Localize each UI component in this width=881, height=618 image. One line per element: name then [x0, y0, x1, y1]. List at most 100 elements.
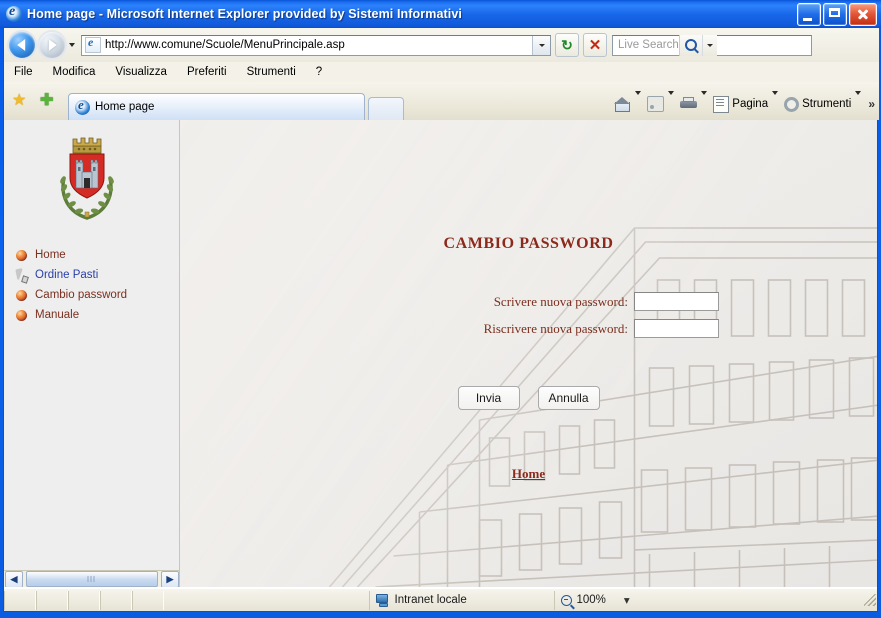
internet-explorer-icon [6, 4, 22, 22]
recent-pages-dropdown[interactable] [65, 32, 78, 58]
browser-window: Home page - Microsoft Internet Explorer … [0, 0, 881, 618]
maximize-button[interactable] [823, 3, 847, 26]
page-icon [713, 95, 730, 113]
window-title: Home page - Microsoft Internet Explorer … [27, 7, 462, 21]
new-password-field[interactable] [634, 292, 719, 311]
sidebar-item-ordine-pasti[interactable]: Ordine Pasti [16, 265, 176, 285]
home-button[interactable] [614, 91, 644, 113]
sidebar-frame: Home Ordine Pasti Cambio password Manual… [4, 120, 180, 587]
search-go-button[interactable] [678, 34, 702, 56]
feeds-button[interactable] [647, 91, 677, 113]
sidebar-item-label: Home [35, 249, 66, 261]
tab-home-page[interactable]: Home page [68, 93, 365, 120]
status-bar: Intranet locale 100% ▾ [3, 589, 878, 612]
zoom-icon [560, 594, 572, 606]
zoom-dropdown-caret-icon[interactable]: ▾ [624, 593, 630, 607]
rss-feed-icon [647, 96, 665, 112]
tab-favicon-icon [75, 97, 90, 115]
status-pane-5 [132, 590, 164, 610]
title-bar: Home page - Microsoft Internet Explorer … [0, 0, 881, 28]
cancel-button[interactable]: Annulla [537, 386, 600, 410]
bullet-sphere-icon [16, 309, 27, 321]
security-zone-label: Intranet locale [394, 594, 467, 606]
change-password-form: Scrivere nuova password: Riscrivere nuov… [180, 292, 877, 346]
address-bar-row: http://www.comune/Scuole/MenuPrincipale.… [4, 28, 879, 62]
printer-icon [680, 97, 698, 111]
security-zone-pane[interactable]: Intranet locale [368, 590, 554, 610]
tools-menu-button[interactable]: Strumenti [784, 91, 864, 113]
zoom-level-label: 100% [576, 594, 606, 606]
search-provider-dropdown[interactable] [701, 34, 717, 56]
confirm-password-field[interactable] [634, 319, 719, 338]
stop-icon: ✕ [588, 36, 602, 54]
sidebar-item-home[interactable]: Home [16, 245, 176, 265]
scroll-right-arrow-icon[interactable]: ▶ [161, 570, 179, 587]
tab-bar: ★ ✚ Home page [4, 82, 879, 120]
address-bar[interactable]: http://www.comune/Scuole/MenuPrincipale.… [81, 34, 551, 56]
address-input[interactable]: http://www.comune/Scuole/MenuPrincipale.… [105, 39, 345, 51]
home-link[interactable]: Home [512, 466, 545, 481]
network-zone-icon [375, 593, 390, 607]
sidebar-item-cambio-password[interactable]: Cambio password [16, 285, 176, 305]
submit-button[interactable]: Invia [457, 386, 520, 410]
search-icon [684, 39, 697, 51]
page-title: CAMBIO PASSWORD [443, 235, 614, 252]
refresh-button[interactable]: ↻ [555, 33, 579, 57]
page-viewport: Home Ordine Pasti Cambio password Manual… [3, 120, 878, 589]
home-link-container: Home [180, 465, 877, 483]
sidebar-item-manuale[interactable]: Manuale [16, 305, 176, 325]
sidebar-horizontal-scrollbar[interactable]: ◀ ▶ [4, 570, 179, 587]
building-watermark-image [180, 120, 877, 587]
zoom-pane[interactable]: 100% ▾ [553, 590, 659, 610]
form-buttons: Invia Annulla [180, 386, 877, 410]
scroll-left-arrow-icon[interactable]: ◀ [5, 570, 23, 587]
minimize-button[interactable] [797, 3, 821, 26]
add-to-favorites-button[interactable]: ✚ [40, 92, 60, 112]
form-row-new-password: Scrivere nuova password: [180, 292, 877, 311]
browser-chrome: http://www.comune/Scuole/MenuPrincipale.… [3, 28, 879, 120]
stop-button[interactable]: ✕ [583, 33, 607, 57]
form-row-confirm-password: Riscrivere nuova password: [180, 319, 877, 338]
tab-label: Home page [95, 101, 155, 113]
refresh-icon: ↻ [561, 37, 573, 53]
new-tab-button[interactable] [368, 97, 404, 120]
menu-item-strumenti[interactable]: Strumenti [247, 66, 296, 78]
resize-grip-icon[interactable] [863, 593, 877, 607]
window-controls [797, 3, 877, 26]
home-icon [614, 96, 631, 112]
forward-button[interactable] [39, 32, 65, 58]
sidebar-item-label: Manuale [35, 309, 80, 321]
bullet-sphere-icon [16, 249, 27, 261]
bullet-sphere-icon [16, 289, 27, 301]
search-box[interactable]: Live Search [612, 34, 812, 56]
overflow-chevron-icon[interactable]: » [868, 98, 875, 110]
sidebar-item-label: Cambio password [35, 289, 128, 301]
favorites-center-button[interactable]: ★ [12, 92, 32, 112]
sidebar-nav: Home Ordine Pasti Cambio password Manual… [16, 245, 176, 325]
page-favicon-icon [85, 35, 101, 53]
search-input[interactable]: Live Search [618, 39, 679, 51]
status-pane-2 [36, 590, 68, 610]
menu-item-help[interactable]: ? [316, 66, 322, 78]
sidebar-item-label: Ordine Pasti [35, 269, 99, 281]
tools-menu-label: Strumenti [802, 98, 852, 110]
cursor-pointer-icon [16, 269, 29, 282]
confirm-password-label: Riscrivere nuova password: [483, 320, 628, 336]
print-button[interactable] [680, 91, 710, 113]
menu-item-file[interactable]: File [14, 66, 33, 78]
status-pane-1 [4, 590, 36, 610]
back-button[interactable] [9, 32, 35, 58]
page-menu-label: Pagina [732, 98, 769, 110]
gear-icon [784, 96, 800, 112]
menu-item-visualizza[interactable]: Visualizza [115, 66, 167, 78]
address-dropdown-button[interactable] [532, 35, 550, 55]
status-pane-3 [68, 590, 100, 610]
new-password-label: Scrivere nuova password: [493, 293, 628, 309]
municipal-crest-logo [60, 137, 114, 220]
close-button[interactable] [849, 3, 877, 26]
menu-item-preferiti[interactable]: Preferiti [187, 66, 227, 78]
menu-bar: File Modifica Visualizza Preferiti Strum… [4, 62, 879, 82]
menu-item-modifica[interactable]: Modifica [53, 66, 96, 78]
page-menu-button[interactable]: Pagina [713, 91, 781, 113]
scrollbar-thumb[interactable] [26, 571, 158, 587]
